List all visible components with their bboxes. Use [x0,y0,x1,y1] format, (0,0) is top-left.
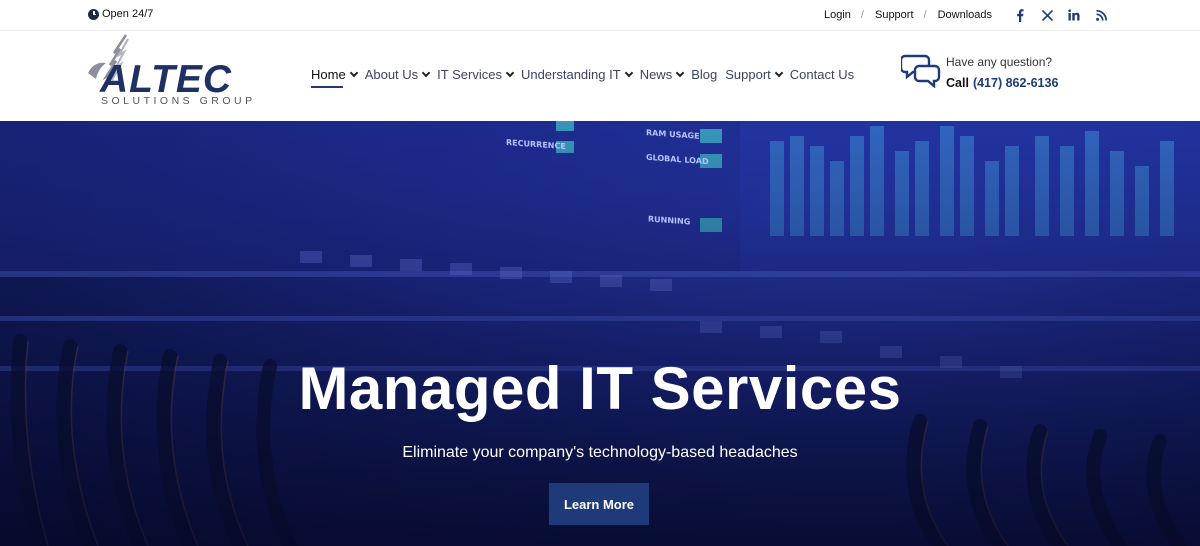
hours-indicator: Open 24/7 [88,8,153,20]
hero-subtitle: Eliminate your company's technology-base… [402,444,798,461]
nav-item-label: News [639,67,673,82]
learn-more-button[interactable]: Learn More [549,483,649,525]
chevron-down-icon [624,68,633,78]
clock-icon [88,8,99,20]
linkedin-icon[interactable] [1065,6,1083,24]
x-twitter-icon[interactable] [1038,6,1056,24]
rss-icon[interactable] [1092,6,1110,24]
nav-item-label: IT Services [437,67,502,82]
nav-item-support[interactable]: Support [725,67,784,82]
hero-banner: RECURRENCE RAM USAGE GLOBAL LOAD RUNNING… [0,121,1200,546]
contact-question: Have any question? [946,55,1053,69]
chat-bubbles-icon [901,54,941,88]
nav-item-contact-us[interactable]: Contact Us [790,67,854,82]
logo-subtitle: SOLUTIONS GROUP [101,95,256,107]
separator: / [860,9,864,21]
separator: / [923,9,927,21]
top-links: Login / Support / Downloads [824,9,992,21]
nav-item-blog[interactable]: Blog [691,67,717,82]
nav-item-label: Home [311,67,346,82]
nav-item-understanding-it[interactable]: Understanding IT [520,67,633,82]
nav-item-label: About Us [364,67,419,82]
main-nav: Home About Us IT Services Understanding … [311,67,862,88]
nav-item-news[interactable]: News [639,67,685,82]
chevron-down-icon [774,68,784,78]
top-bar: Open 24/7 Login / Support / Downloads [0,0,1200,31]
chevron-down-icon [421,68,431,78]
downloads-link[interactable]: Downloads [938,9,992,21]
nav-item-about-us[interactable]: About Us [364,67,431,82]
hero-title: Managed IT Services [298,355,902,422]
phone-link[interactable]: (417) 862-6136 [973,76,1058,90]
contact-phone-line: Call (417) 862-6136 [946,76,1058,90]
login-link[interactable]: Login [824,9,851,21]
site-header: ALTEC SOLUTIONS GROUP Home About Us IT S… [0,32,1200,121]
chevron-down-icon [505,68,515,78]
site-logo[interactable]: ALTEC SOLUTIONS GROUP [84,33,274,109]
nav-item-label: Contact Us [789,67,855,82]
nav-item-label: Support [725,67,771,82]
support-link[interactable]: Support [875,9,914,21]
call-label: Call [946,76,969,90]
chevron-down-icon [349,68,358,78]
nav-item-it-services[interactable]: IT Services [437,67,515,82]
chevron-down-icon [675,68,685,78]
hours-text: Open 24/7 [102,8,154,20]
logo-wordmark: ALTEC [100,58,233,101]
facebook-icon[interactable] [1011,6,1029,24]
nav-item-label: Blog [691,67,718,82]
nav-item-home[interactable]: Home [311,67,358,88]
nav-item-label: Understanding IT [520,67,621,82]
